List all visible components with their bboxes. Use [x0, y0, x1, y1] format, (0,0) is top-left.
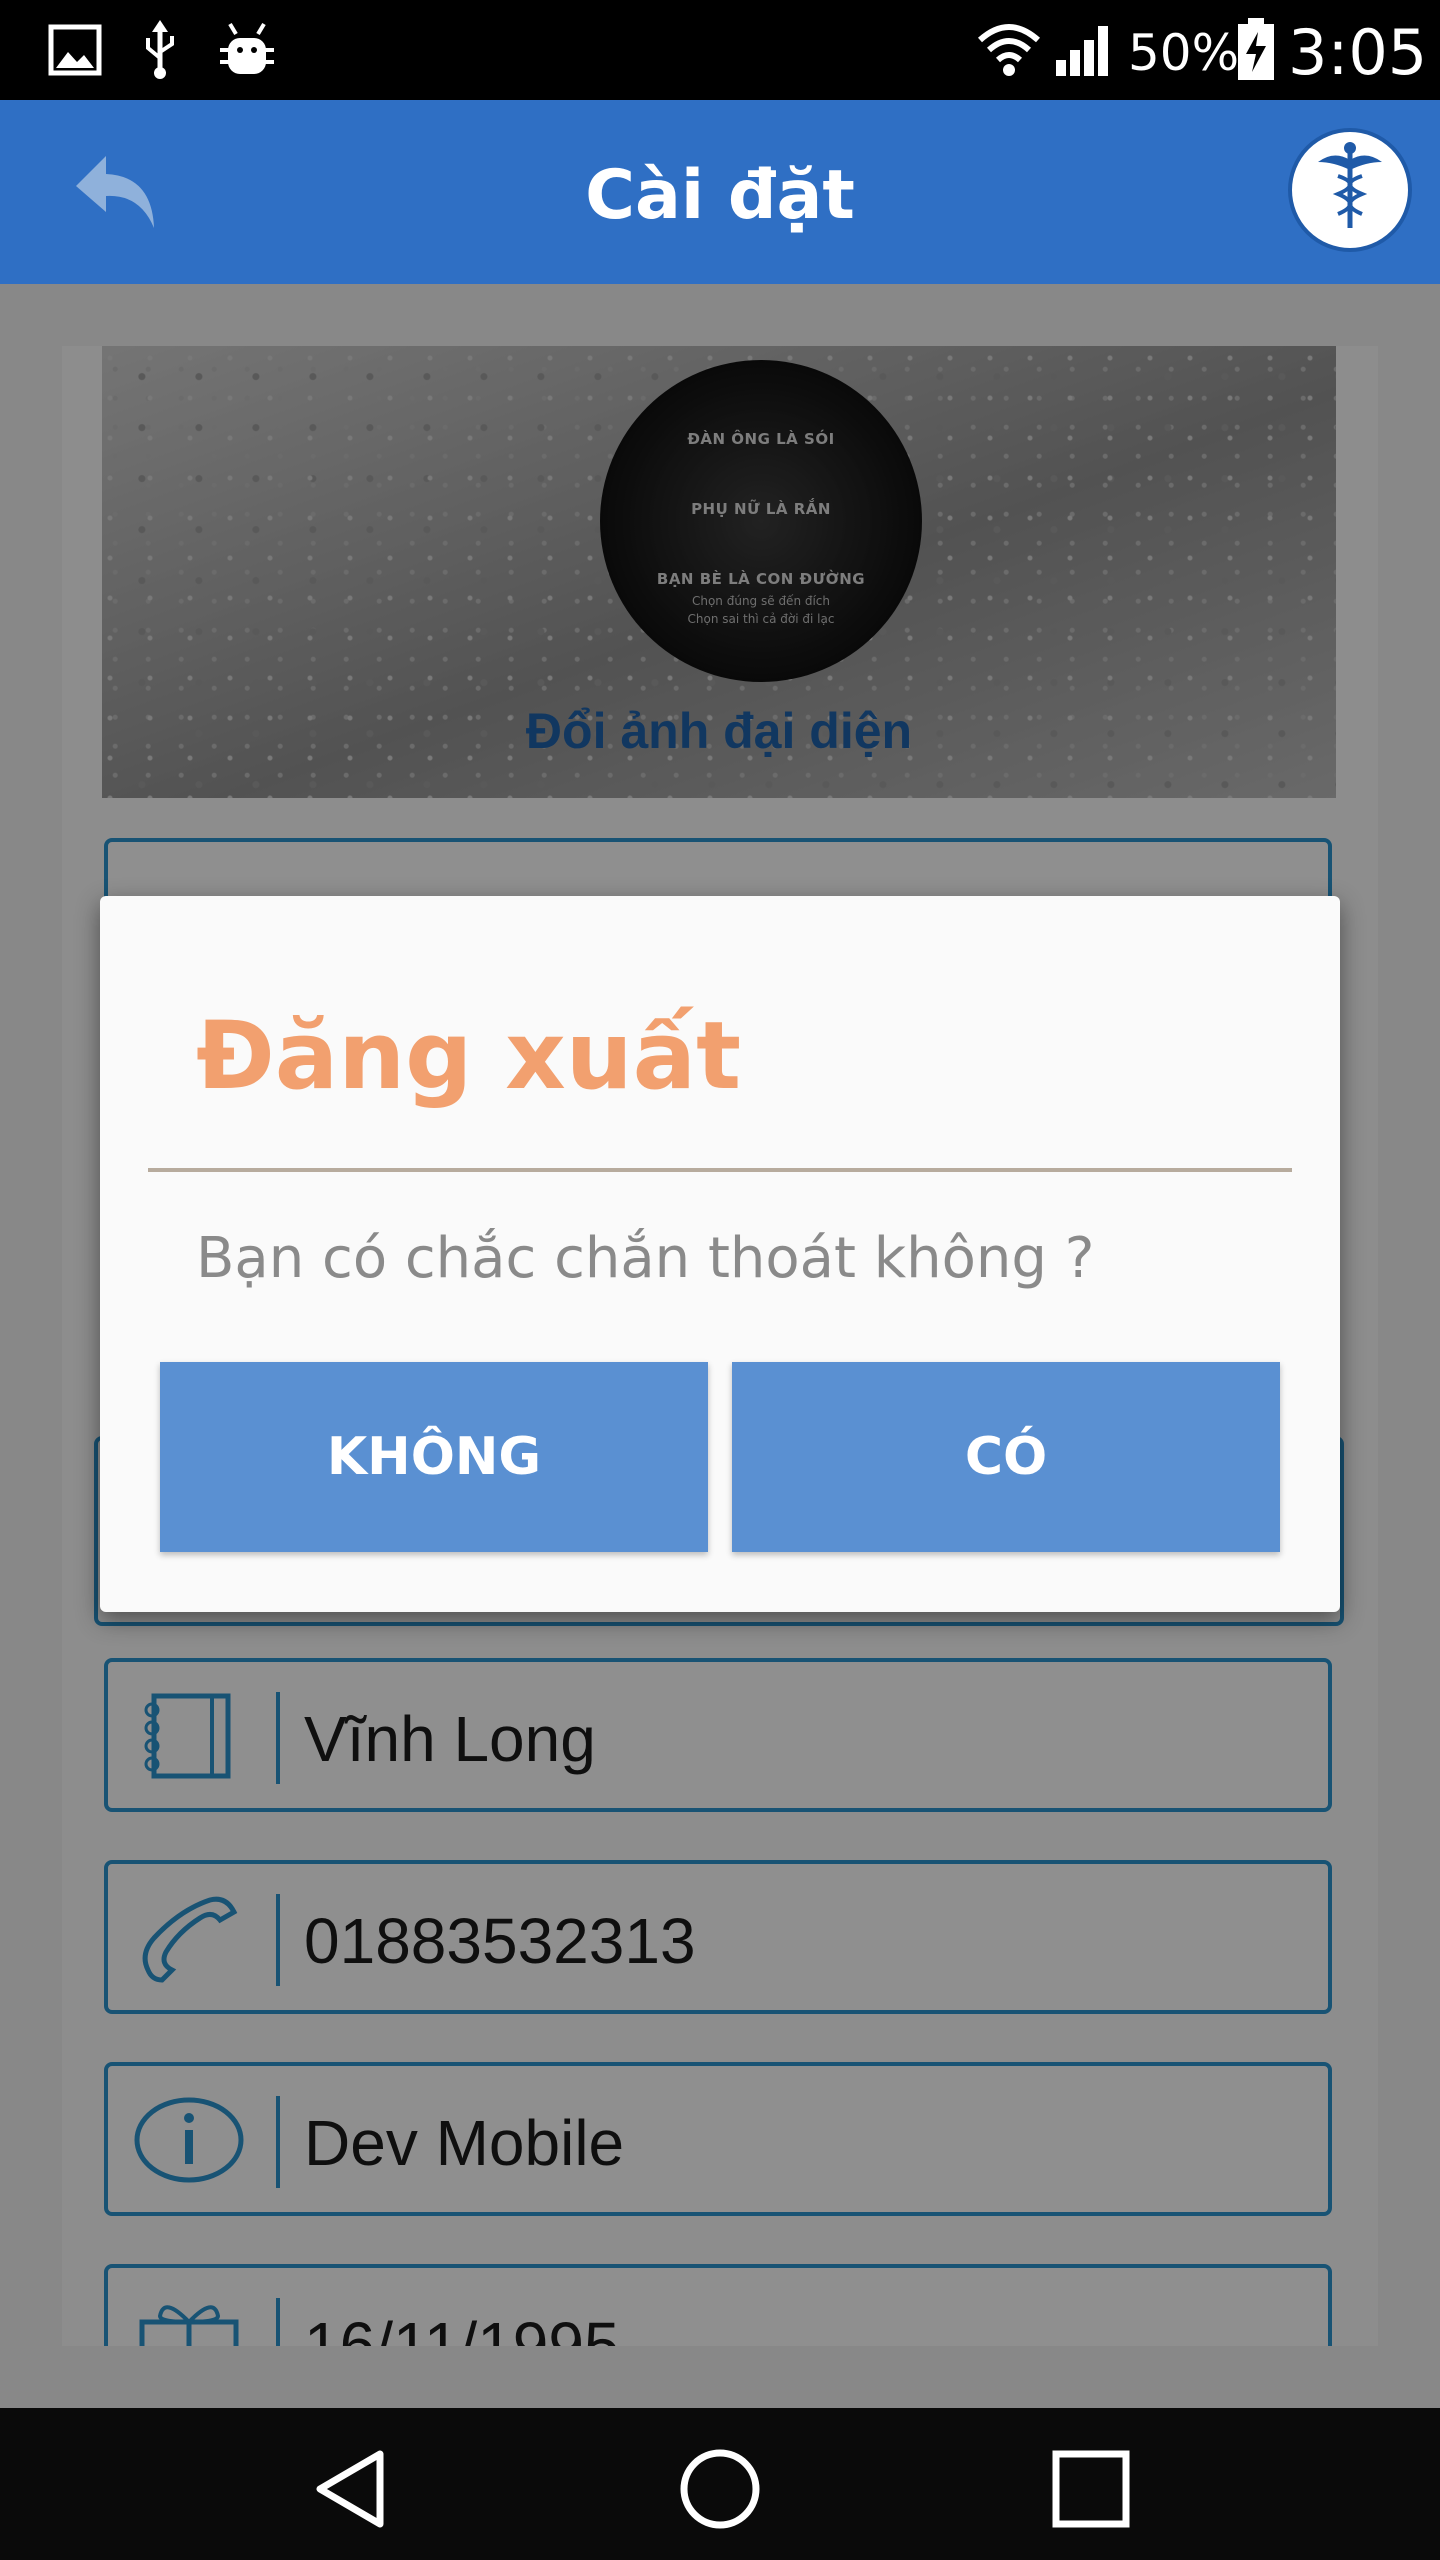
home-circle-icon[interactable] [675, 2444, 765, 2534]
app-bar: Cài đặt [0, 100, 1440, 284]
confirm-button[interactable]: CÓ [732, 1362, 1280, 1552]
signal-icon [1056, 26, 1108, 76]
battery-percent: 50% [1128, 24, 1240, 82]
dialog-divider [148, 1168, 1292, 1172]
status-bar: 50% 3:05 [0, 0, 1440, 100]
recents-square-icon[interactable] [1046, 2444, 1136, 2534]
cancel-button[interactable]: KHÔNG [160, 1362, 708, 1552]
usb-icon [146, 20, 174, 79]
android-debug-icon [220, 22, 274, 74]
image-icon [48, 24, 102, 76]
dialog-message: Bạn có chắc chắn thoát không ? [196, 1226, 1095, 1291]
system-nav-bar [0, 2408, 1440, 2560]
dialog-title: Đăng xuất [196, 1002, 742, 1111]
wifi-icon [977, 24, 1041, 76]
back-triangle-icon[interactable] [306, 2444, 396, 2534]
logout-dialog: Đăng xuất Bạn có chắc chắn thoát không ?… [100, 896, 1340, 1612]
page-title: Cài đặt [585, 156, 855, 235]
status-time: 3:05 [1288, 16, 1428, 89]
app-logo [1288, 128, 1412, 252]
caduceus-icon [1318, 142, 1382, 228]
battery-charging-icon [1238, 18, 1274, 80]
